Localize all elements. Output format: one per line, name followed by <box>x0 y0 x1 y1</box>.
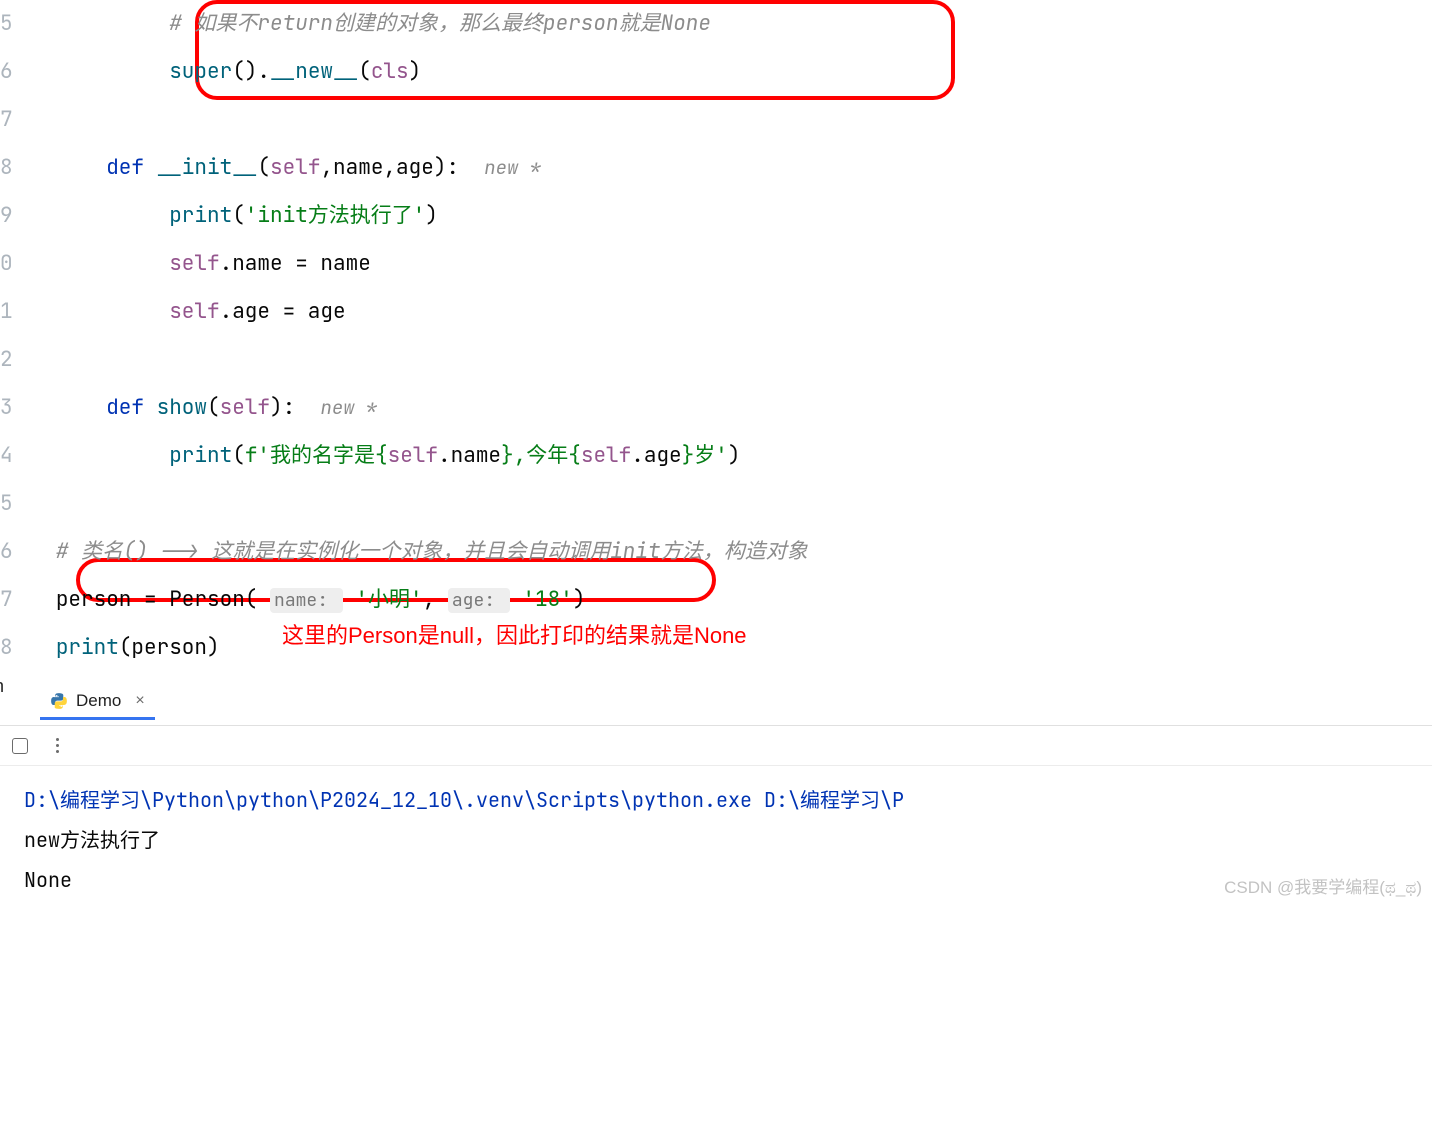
comment-line: # 类名() --> 这就是在实例化一个对象，并且会自动调用init方法，构造对… <box>56 538 808 565</box>
python-icon <box>50 692 68 710</box>
def-keyword: def <box>106 154 156 181</box>
run-tab-demo[interactable]: Demo × <box>40 685 155 720</box>
console-line: None <box>24 860 1408 900</box>
stop-icon[interactable] <box>12 738 28 754</box>
comment-line: # 如果不return创建的对象，那么最终person就是None <box>169 10 711 37</box>
inlay-hint: new * <box>320 395 377 420</box>
more-icon[interactable] <box>56 738 59 753</box>
console-command: D:\编程学习\Python\python\P2024_12_10\.venv\… <box>24 780 1408 820</box>
console-line: new方法执行了 <box>24 820 1408 860</box>
console-toolbar <box>0 726 1432 766</box>
annotation-text: 这里的Person是null，因此打印的结果就是None <box>282 618 747 650</box>
line-gutter: 5 6 7 8 9 0 1 2 3 4 5 6 7 8 <box>0 0 10 672</box>
console-output[interactable]: D:\编程学习\Python\python\P2024_12_10\.venv\… <box>0 766 1432 914</box>
watermark: CSDN @我要学编程(ಥ_ಥ) <box>1224 868 1422 908</box>
code-body[interactable]: # 如果不return创建的对象，那么最终person就是None super(… <box>18 0 1422 672</box>
close-icon[interactable]: × <box>135 692 144 710</box>
code-editor[interactable]: 5 6 7 8 9 0 1 2 3 4 5 6 7 8 # 如果不return创… <box>0 0 1432 672</box>
super-call: super <box>169 58 232 85</box>
param-hint-name: name: <box>270 588 343 613</box>
param-hint-age: age: <box>448 588 510 613</box>
left-panel-char: n <box>0 676 4 697</box>
run-tab-bar: Demo × <box>0 680 1432 726</box>
tab-label: Demo <box>76 691 121 711</box>
inlay-hint: new * <box>484 155 541 180</box>
